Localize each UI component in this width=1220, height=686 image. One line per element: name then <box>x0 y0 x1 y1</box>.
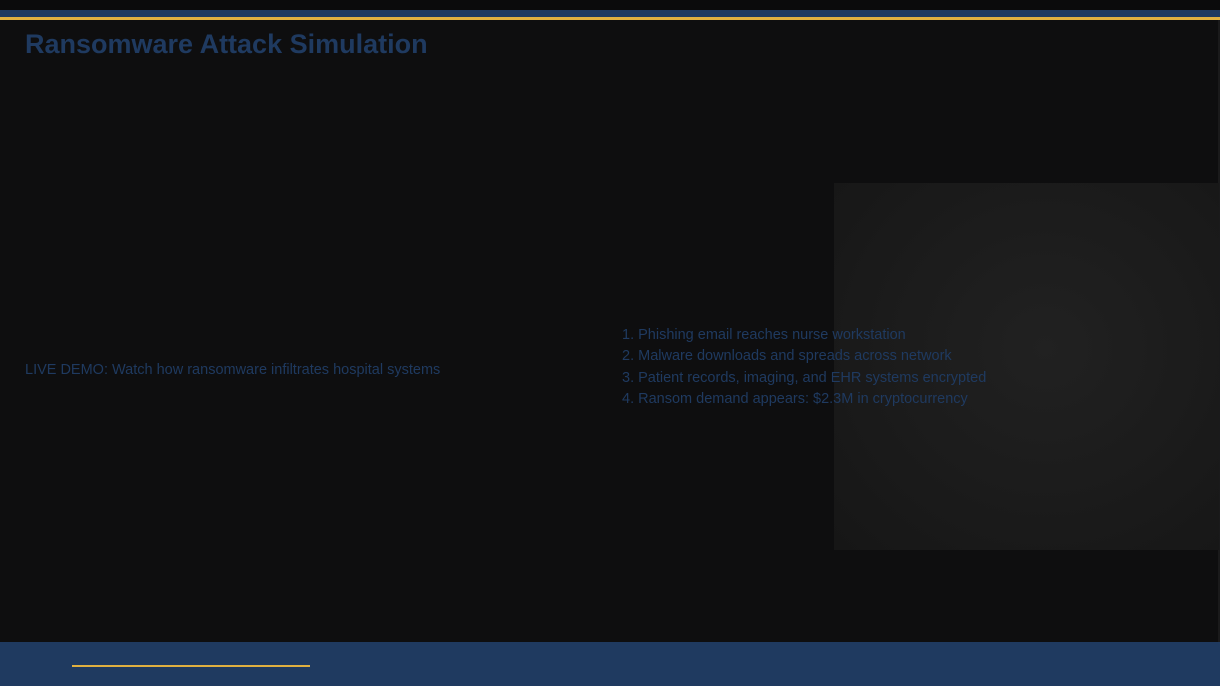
step-item: 2. Malware downloads and spreads across … <box>622 348 952 365</box>
footer-gold-line <box>72 665 310 667</box>
top-gold-stripe <box>0 17 1220 20</box>
live-demo-text: LIVE DEMO: Watch how ransomware infiltra… <box>25 362 441 378</box>
attack-steps-list: 1. Phishing email reaches nurse workstat… <box>622 325 986 410</box>
presentation-slide: Ransomware Attack Simulation LIVE DEMO: … <box>0 0 1220 686</box>
step-item: 1. Phishing email reaches nurse workstat… <box>622 327 906 343</box>
step-item: 3. Patient records, imaging, and EHR sys… <box>622 369 987 386</box>
top-navy-stripe <box>0 10 1220 17</box>
step-item: 4. Ransom demand appears: $2.3M in crypt… <box>622 390 968 407</box>
footer-bar <box>0 642 1220 686</box>
top-border-band <box>0 0 1220 10</box>
slide-title: Ransomware Attack Simulation <box>25 29 428 59</box>
